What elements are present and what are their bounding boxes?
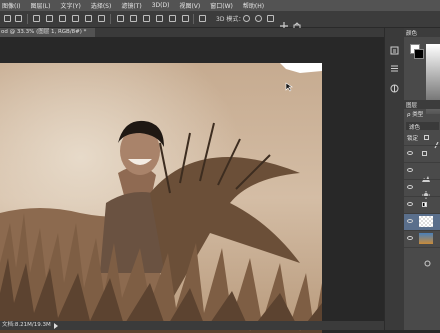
menu-layer[interactable]: 图层(L) <box>30 1 50 10</box>
effects-icon <box>424 252 431 267</box>
adjustments-icon[interactable] <box>390 78 399 93</box>
history-icon[interactable] <box>390 40 399 55</box>
blend-mode-select[interactable]: 滤色 <box>406 122 439 131</box>
menu-help[interactable]: 帮助(H) <box>243 1 264 10</box>
layer-row[interactable] <box>404 247 440 267</box>
align-hcenter-icon[interactable] <box>46 15 53 22</box>
drag-3d-icon[interactable] <box>267 15 274 22</box>
document-size: 文档:8.21M/19.3M <box>2 322 51 328</box>
properties-icon[interactable] <box>390 58 399 72</box>
distribute-hcenter-icon[interactable] <box>130 15 137 22</box>
distribute-bottom-icon[interactable] <box>169 15 176 22</box>
black-white-icon <box>422 202 427 207</box>
layer-row[interactable] <box>404 196 440 213</box>
adjustment-layer-icon <box>422 151 427 156</box>
lock-pixels-icon[interactable] <box>424 135 429 140</box>
visibility-eye-icon[interactable] <box>407 151 413 155</box>
status-bar: 文档:8.21M/19.3M <box>0 321 384 330</box>
distribute-left-icon[interactable] <box>117 15 124 22</box>
roll-3d-icon[interactable] <box>255 15 262 22</box>
visibility-eye-icon[interactable] <box>407 219 413 223</box>
document-tab[interactable]: od @ 33.3% (图层 1, RGB/8#) * <box>0 28 95 37</box>
background-color-swatch[interactable] <box>414 49 424 59</box>
distribute-right-icon[interactable] <box>143 15 150 22</box>
layer-kind-filter[interactable]: ρ 类型 <box>407 110 423 118</box>
menu-3d[interactable]: 3D(D) <box>152 2 170 9</box>
right-panel: 颜色 图层 ρ 类型 滤色 锁定 <box>404 28 440 330</box>
distribute-spacing-icon[interactable] <box>156 15 163 22</box>
divider <box>193 14 194 24</box>
align-left-icon[interactable] <box>33 15 40 22</box>
menu-bar: 图像(I) 图层(L) 文字(Y) 选择(S) 滤镜(T) 3D(D) 视图(V… <box>0 0 440 11</box>
visibility-eye-icon[interactable] <box>407 185 413 189</box>
align-bottom-icon[interactable] <box>72 15 79 22</box>
status-menu-arrow-icon[interactable] <box>54 323 58 329</box>
visibility-eye-icon[interactable] <box>407 168 413 172</box>
blend-mode-value: 滤色 <box>409 125 421 131</box>
layers-panel-header: 图层 <box>404 100 440 109</box>
tab-layers[interactable]: 图层 <box>406 101 417 109</box>
align-vcenter-icon[interactable] <box>15 15 22 22</box>
color-panel-header: 颜色 <box>404 28 440 37</box>
menu-window[interactable]: 窗口(W) <box>210 1 233 10</box>
menu-select[interactable]: 选择(S) <box>91 1 112 10</box>
scale-3d-icon[interactable] <box>293 15 301 30</box>
menu-image[interactable]: 图像(I) <box>2 1 20 10</box>
rotate-3d-icon[interactable] <box>243 15 250 22</box>
layer-row[interactable] <box>404 179 440 199</box>
arrange-icon[interactable] <box>199 15 206 22</box>
document-canvas-image[interactable] <box>0 63 322 333</box>
visibility-eye-icon[interactable] <box>407 202 413 206</box>
3d-mode-label: 3D 模式： <box>216 16 245 23</box>
levels-icon <box>422 167 430 182</box>
brightness-icon <box>422 184 430 199</box>
divider <box>27 14 28 24</box>
layer-thumbnail <box>419 216 433 227</box>
distribute-vcenter-icon[interactable] <box>98 15 105 22</box>
menu-filter[interactable]: 滤镜(T) <box>121 1 141 10</box>
canvas-area[interactable] <box>0 37 384 333</box>
visibility-eye-icon[interactable] <box>407 236 413 240</box>
layer-row[interactable] <box>404 145 440 162</box>
layer-thumbnail <box>419 233 433 244</box>
lock-label: 锁定 <box>407 136 419 142</box>
divider <box>110 14 111 24</box>
panel-icon-strip <box>384 28 405 330</box>
brush-icon[interactable] <box>434 134 439 149</box>
cursor-icon <box>285 77 295 92</box>
layer-row-selected[interactable] <box>404 213 440 230</box>
move-3d-icon[interactable] <box>280 15 288 30</box>
align-top-icon[interactable] <box>4 15 11 22</box>
menu-view[interactable]: 视图(V) <box>179 1 200 10</box>
options-bar: 3D 模式： <box>0 11 440 30</box>
menu-type[interactable]: 文字(Y) <box>60 1 80 10</box>
document-tab-bar: od @ 33.3% (图层 1, RGB/8#) * <box>0 28 384 37</box>
auto-align-icon[interactable] <box>182 15 189 22</box>
distribute-top-icon[interactable] <box>85 15 92 22</box>
layer-row[interactable] <box>404 230 440 247</box>
align-right-icon[interactable] <box>59 15 66 22</box>
tab-color[interactable]: 颜色 <box>406 29 417 37</box>
layer-row[interactable] <box>404 162 440 182</box>
